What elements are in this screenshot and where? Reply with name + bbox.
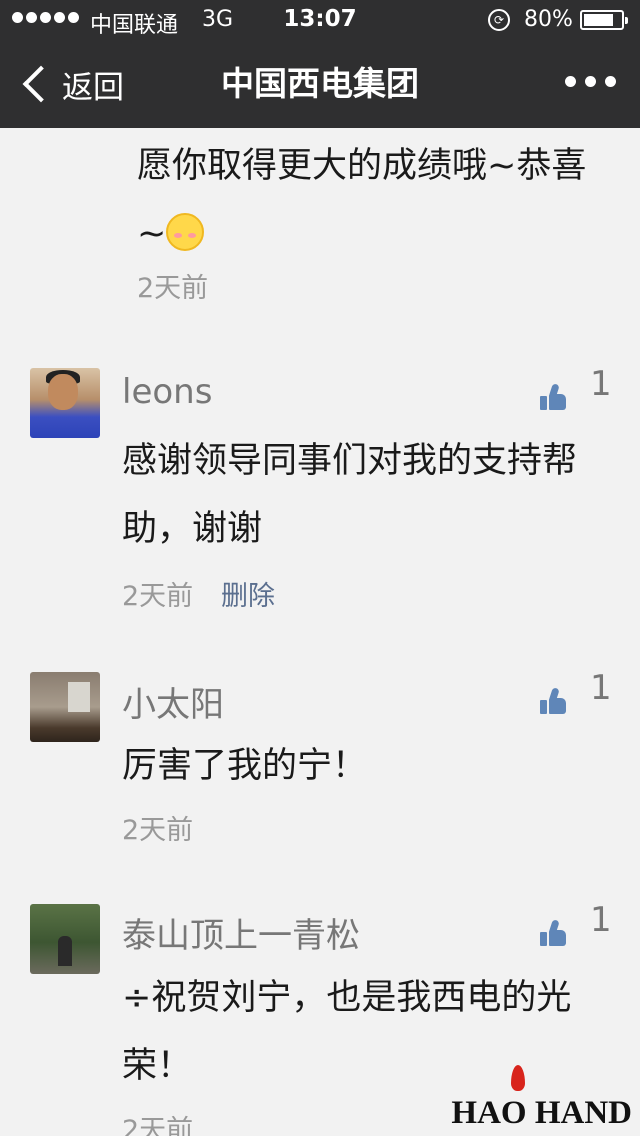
comment-text: 愿你取得更大的成绩哦~恭喜~: [137, 132, 607, 268]
avatar[interactable]: [30, 368, 100, 438]
avatar[interactable]: [30, 904, 100, 974]
status-bar: 中国联通 3G 13:07 ⟳ 80%: [0, 0, 640, 40]
battery-icon: [580, 10, 628, 30]
comment-text-body: 愿你取得更大的成绩哦~恭喜~: [137, 146, 587, 254]
dot-icon: [565, 76, 576, 87]
page-title: 中国西电集团: [221, 64, 419, 103]
comment-time: 2天前: [137, 273, 209, 304]
thumbs-up-icon: [540, 383, 566, 410]
battery-percent: 80%: [524, 7, 573, 32]
like-button[interactable]: 1: [540, 668, 612, 714]
more-button[interactable]: [565, 76, 616, 87]
rotation-lock-icon: ⟳: [488, 9, 510, 31]
delete-button[interactable]: 删除: [221, 574, 275, 613]
comment-list[interactable]: 愿你取得更大的成绩哦~恭喜~ 2天前 leons 1 感谢领导同事们对我的支持帮…: [0, 128, 640, 1136]
dot-icon: [605, 76, 616, 87]
comment-time: 2天前: [122, 1115, 194, 1136]
watermark-text: HAO HAND: [451, 1095, 632, 1131]
back-button[interactable]: 返回: [18, 62, 124, 106]
comment-time: 2天前: [122, 581, 194, 612]
watermark-logo: HAO HAND: [451, 1065, 632, 1132]
comment-text: ÷祝贺刘宁，也是我西电的光荣！: [122, 978, 572, 1086]
commenter-name[interactable]: leons: [122, 372, 212, 412]
thumbs-up-icon: [540, 919, 566, 946]
like-count: 1: [590, 364, 612, 404]
back-label: 返回: [62, 69, 124, 106]
commenter-name[interactable]: 泰山顶上一青松: [122, 908, 360, 957]
avatar[interactable]: [30, 672, 100, 742]
commenter-name[interactable]: 小太阳: [122, 677, 224, 726]
comment-time: 2天前: [122, 815, 194, 846]
smiling-face-icon: [166, 213, 205, 251]
header: 中国联通 3G 13:07 ⟳ 80% 返回 中国西电集团: [0, 0, 640, 128]
like-count: 1: [590, 668, 612, 708]
comment-text: 感谢领导同事们对我的支持帮助，谢谢: [122, 441, 578, 549]
chevron-left-icon: [22, 65, 60, 103]
dot-icon: [585, 76, 596, 87]
nav-bar: 返回 中国西电集团: [0, 40, 640, 128]
like-count: 1: [590, 900, 612, 940]
thumbs-up-icon: [540, 687, 566, 714]
comment-text: 厉害了我的宁！: [122, 746, 368, 786]
like-button[interactable]: 1: [540, 364, 612, 410]
like-button[interactable]: 1: [540, 900, 612, 946]
